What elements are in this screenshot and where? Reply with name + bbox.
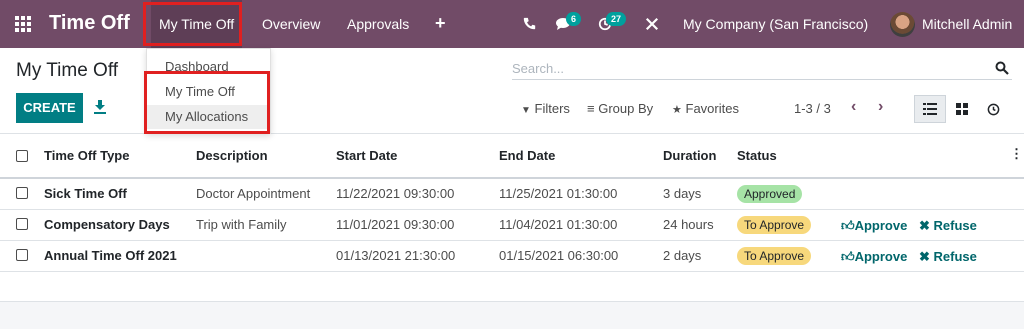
app-title[interactable]: Time Off	[49, 12, 130, 35]
highlight-box-dropdown	[144, 71, 270, 134]
filters-toggle[interactable]: ▼ Filters	[521, 101, 570, 116]
pager-previous-icon[interactable]: ‹	[851, 98, 856, 116]
activity-badge: 27	[606, 12, 627, 26]
phone-icon[interactable]	[523, 17, 536, 30]
list-view-icon	[923, 103, 937, 115]
favorites-toggle[interactable]: ★ Favorites	[672, 101, 739, 116]
list-view-button[interactable]	[914, 95, 946, 123]
row-divider	[0, 271, 1024, 272]
status-badge: To Approve	[737, 216, 812, 234]
thumbs-up-icon: 👍︎	[841, 249, 855, 264]
menu-overview[interactable]: Overview	[262, 0, 320, 48]
filter-icon: ▼	[521, 105, 531, 116]
close-icon: ✖	[919, 218, 930, 233]
page-title: My Time Off	[16, 60, 119, 81]
search-icon[interactable]	[995, 61, 1009, 75]
column-header-start-date[interactable]: Start Date	[336, 148, 397, 163]
filters-label: Filters	[534, 101, 570, 116]
groupby-toggle[interactable]: ≡ Group By	[587, 101, 653, 116]
search-bar	[512, 58, 1012, 80]
highlight-box-menu	[143, 2, 242, 46]
pager-value[interactable]: 1-3 / 3	[794, 101, 831, 116]
table-footer	[0, 301, 1024, 329]
cell-end-date: 11/25/2021 01:30:00	[499, 186, 618, 201]
cell-type: Compensatory Days	[44, 217, 170, 232]
cell-description: Trip with Family	[196, 217, 287, 232]
column-header-duration[interactable]: Duration	[663, 148, 716, 163]
messages-badge: 6	[566, 12, 582, 26]
kanban-view-icon	[956, 103, 968, 115]
cell-duration: 24 hours	[663, 217, 714, 232]
menu-approvals[interactable]: Approvals	[347, 0, 409, 48]
download-icon[interactable]	[94, 100, 106, 114]
header-bottom-border	[0, 177, 1024, 179]
select-all-checkbox[interactable]	[16, 150, 28, 162]
company-switcher[interactable]: My Company (San Francisco)	[683, 16, 868, 32]
column-options-icon[interactable]: ⋮	[1010, 146, 1023, 162]
approve-button[interactable]: 👍︎Approve	[841, 249, 907, 265]
row-checkbox[interactable]	[16, 218, 28, 230]
cell-type: Sick Time Off	[44, 186, 127, 201]
cell-end-date: 11/04/2021 01:30:00	[499, 217, 618, 232]
star-icon: ★	[672, 104, 682, 116]
cell-start-date: 11/01/2021 09:30:00	[336, 217, 455, 232]
row-checkbox[interactable]	[16, 249, 28, 261]
cell-description: Doctor Appointment	[196, 186, 311, 201]
column-header-description[interactable]: Description	[196, 148, 268, 163]
row-divider	[0, 240, 1024, 241]
status-badge: To Approve	[737, 247, 812, 265]
clock-view-icon	[987, 103, 999, 115]
avatar[interactable]	[890, 12, 915, 37]
cell-start-date: 01/13/2021 21:30:00	[336, 248, 456, 263]
row-divider	[0, 209, 1024, 210]
kanban-view-button[interactable]	[946, 95, 978, 123]
cell-end-date: 01/15/2021 06:30:00	[499, 248, 619, 263]
apps-menu-icon[interactable]	[15, 16, 31, 32]
user-menu[interactable]: Mitchell Admin	[922, 16, 1012, 32]
pager-next-icon[interactable]: ›	[878, 98, 883, 116]
column-header-end-date[interactable]: End Date	[499, 148, 555, 163]
tools-icon[interactable]	[645, 17, 659, 31]
groupby-label: Group By	[598, 101, 654, 116]
cell-duration: 3 days	[663, 186, 702, 201]
activity-view-button[interactable]	[977, 95, 1009, 123]
refuse-button[interactable]: ✖ Refuse	[919, 218, 977, 234]
status-badge: Approved	[737, 185, 803, 203]
column-header-type[interactable]: Time Off Type	[44, 148, 129, 163]
create-button[interactable]: CREATE	[16, 93, 83, 123]
cell-duration: 2 days	[663, 248, 702, 263]
thumbs-up-icon: 👍︎	[841, 218, 855, 233]
column-header-status[interactable]: Status	[737, 148, 777, 163]
refuse-button[interactable]: ✖ Refuse	[919, 249, 977, 265]
close-icon: ✖	[919, 249, 930, 264]
favorites-label: Favorites	[685, 101, 739, 116]
row-checkbox[interactable]	[16, 187, 28, 199]
groupby-icon: ≡	[587, 101, 595, 116]
cell-type: Annual Time Off 2021	[44, 248, 177, 263]
approve-button[interactable]: 👍︎Approve	[841, 218, 907, 234]
cell-start-date: 11/22/2021 09:30:00	[336, 186, 455, 201]
add-menu-button[interactable]: +	[435, 13, 446, 34]
search-input[interactable]	[512, 58, 982, 79]
